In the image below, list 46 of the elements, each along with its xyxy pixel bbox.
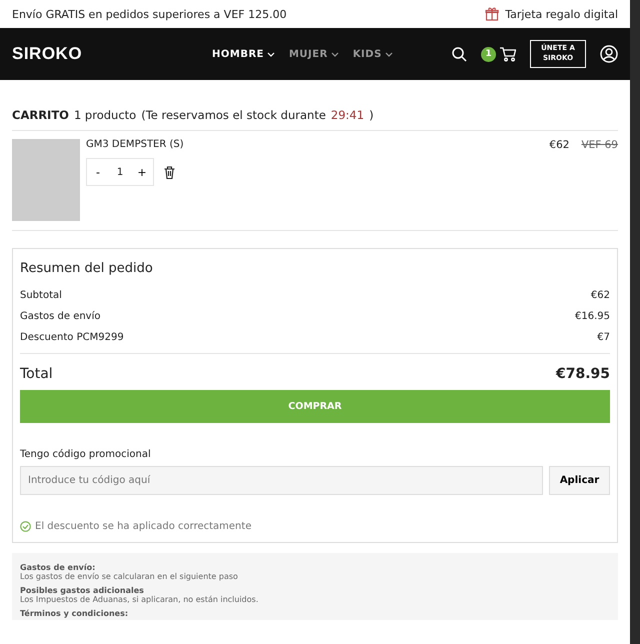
promo-code-label: Tengo código promocional — [20, 449, 152, 460]
cart-count-badge: 1 — [481, 46, 496, 62]
cart-title: CARRITO — [12, 108, 69, 122]
info-text: Los gastos de envío se calcularan en el siguiente paso — [20, 572, 239, 581]
summary-label: Subtotal — [20, 290, 62, 301]
cart-icon[interactable] — [500, 46, 516, 62]
reserve-text-end: ) — [369, 108, 374, 122]
summary-label: Gastos de envío — [20, 311, 100, 322]
promo-code-field[interactable]: Introduce tu código aquí — [20, 466, 543, 495]
quantity-value: 1 — [116, 166, 124, 178]
nav-item[interactable]: KIDS — [352, 48, 393, 60]
nav-item[interactable]: HOMBRE — [212, 48, 275, 60]
info-text: Los Impuestos de Aduanas, si aplicaran, no están incluidos. — [20, 595, 260, 604]
summary-value: €16.95 — [575, 311, 610, 322]
logo[interactable]: SIROKO — [12, 44, 212, 64]
summary-value: €7 — [597, 332, 610, 343]
product-price: €62 — [549, 139, 570, 153]
product-count: 1 producto — [74, 108, 136, 122]
scrollbar[interactable] — [630, 0, 640, 644]
info-title: Posibles gastos adicionales — [20, 586, 145, 595]
total-label: Total — [20, 366, 53, 382]
increase-button[interactable]: + — [131, 164, 153, 180]
reserve-text: (Te reservamos el stock durante — [141, 108, 326, 122]
gift-card-link[interactable]: Tarjeta regalo digital — [505, 8, 618, 20]
reserve-timer: 29:41 — [330, 108, 364, 122]
summary-value: €62 — [590, 290, 610, 301]
chevron-down-icon — [266, 52, 275, 56]
decrease-button[interactable]: - — [87, 164, 109, 180]
nav-item[interactable]: MUJER — [288, 48, 339, 60]
check-circle-icon — [20, 521, 31, 532]
original-price: VEF 69 — [581, 139, 618, 153]
chevron-down-icon — [330, 52, 339, 56]
discount-success-message: El descuento se ha aplicado correctamente — [35, 521, 252, 532]
info-title: Términos y condiciones: — [20, 609, 130, 618]
summary-label: Descuento PCM9299 — [20, 332, 124, 343]
total-value: €78.95 — [556, 366, 610, 382]
apply-button[interactable]: Aplicar — [549, 466, 610, 495]
chevron-down-icon — [384, 52, 393, 56]
user-icon[interactable] — [600, 45, 618, 63]
shipping-notice: Envío GRATIS en pedidos superiores a VEF 125.00 — [12, 8, 287, 20]
product-name[interactable]: GM3 DEMPSTER (S) — [86, 139, 544, 150]
trash-icon[interactable] — [164, 166, 175, 178]
info-title: Gastos de envío: — [20, 563, 96, 572]
gift-icon — [485, 7, 500, 21]
summary-title: Resumen del pedido — [20, 261, 154, 276]
search-icon[interactable] — [452, 46, 467, 62]
